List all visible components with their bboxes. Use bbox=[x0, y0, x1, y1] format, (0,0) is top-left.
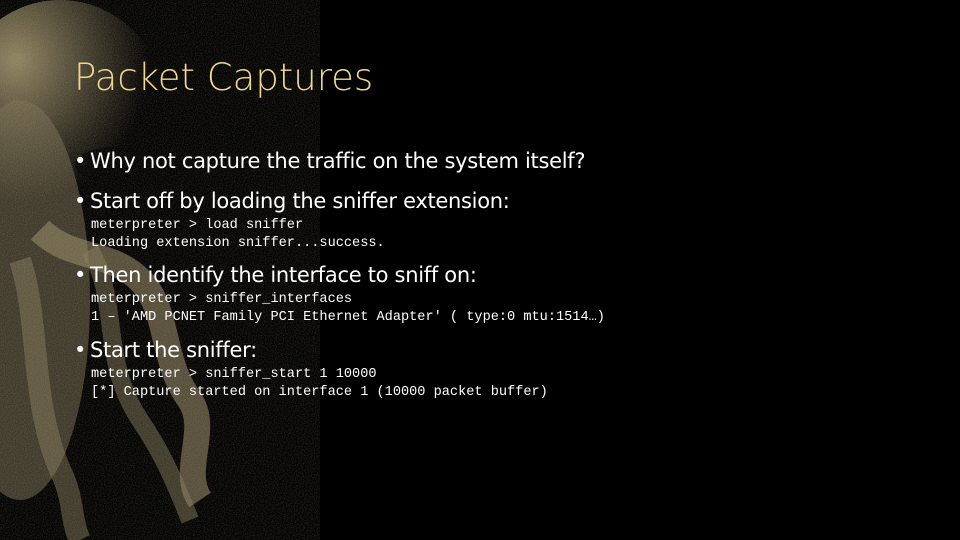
code-line: Loading extension sniffer...success. bbox=[91, 235, 385, 251]
bullet-text: Start the sniffer: bbox=[90, 338, 257, 362]
code-line: 1 – 'AMD PCNET Family PCI Ethernet Adapt… bbox=[91, 309, 605, 325]
bullet-load-sniffer: • Start off by loading the sniffer extens… bbox=[74, 189, 510, 213]
slide-title: Packet Captures bbox=[74, 56, 374, 99]
code-sniffer-start: meterpreter > sniffer_start 1 10000 [*] C… bbox=[91, 366, 548, 401]
code-line: meterpreter > sniffer_interfaces bbox=[91, 292, 353, 307]
code-load-sniffer: meterpreter > load sniffer Loading extens… bbox=[91, 217, 385, 252]
bullet-identify-interface: • Then identify the interface to sniff on… bbox=[74, 263, 477, 287]
bullet-dot-icon: • bbox=[74, 263, 87, 287]
bullet-text: Then identify the interface to sniff on: bbox=[90, 263, 477, 287]
bullet-text: Why not capture the traffic on the syste… bbox=[90, 149, 586, 173]
bullet-dot-icon: • bbox=[74, 338, 87, 362]
code-line: meterpreter > load sniffer bbox=[91, 218, 304, 233]
bullet-text: Start off by loading the sniffer extensi… bbox=[90, 189, 510, 213]
slide: Packet Captures • Why not capture the tra… bbox=[0, 0, 960, 540]
bullet-dot-icon: • bbox=[74, 149, 87, 173]
bullet-why-capture: • Why not capture the traffic on the syst… bbox=[74, 149, 585, 173]
code-line: meterpreter > sniffer_start 1 10000 bbox=[91, 367, 377, 382]
bullet-start-sniffer: • Start the sniffer: bbox=[74, 338, 257, 362]
code-sniffer-interfaces: meterpreter > sniffer_interfaces 1 – 'AMD… bbox=[91, 291, 605, 326]
bullet-dot-icon: • bbox=[74, 189, 87, 213]
code-line: [*] Capture started on interface 1 (1000… bbox=[91, 384, 548, 400]
